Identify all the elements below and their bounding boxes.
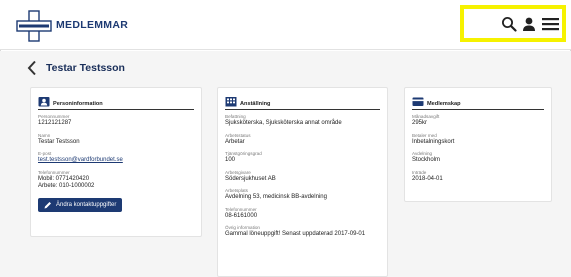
field-value: Arbete: 010-1000002	[38, 183, 95, 189]
menu-icon[interactable]	[541, 15, 559, 33]
field-value: Avdelning 53, medicinsk BB-avdelning	[225, 194, 327, 200]
field-intrade: Inträde 2018-04-01	[412, 170, 544, 184]
top-header: MEDLEMMAR	[0, 0, 571, 50]
field-value: 2018-04-01	[412, 175, 443, 182]
back-arrow-icon[interactable]	[26, 60, 38, 76]
card-header: Medlemskap	[412, 96, 544, 110]
field-ovrig-information: Övrig information Gammal löneuppgift! Se…	[225, 225, 380, 239]
card-header: Anställning	[225, 96, 380, 110]
field-value: Stockholm	[412, 157, 441, 163]
field-arbetsplats: Arbetsplats Avdelning 53, medicinsk BB-a…	[225, 188, 380, 202]
edit-contact-button[interactable]: Ändra kontaktuppgifter	[38, 197, 123, 212]
membership-card-icon	[412, 97, 424, 106]
field-personnummer: Personnummer 1212121287	[38, 114, 194, 128]
card-title: Personinformation	[53, 101, 103, 107]
field-avdelning: Avdelning Stockholm	[412, 151, 544, 165]
logo-icon	[16, 10, 52, 42]
field-manadsavgift: Månadsavgift 295kr	[412, 114, 544, 128]
field-value: 295kr	[412, 120, 428, 126]
building-icon	[225, 97, 237, 107]
edit-contact-label: Ändra kontaktuppgifter	[56, 201, 117, 208]
card-header: Personinformation	[38, 96, 194, 110]
field-telefon: Telefonnummer Mobil: 0771420420 Arbete: …	[38, 170, 194, 191]
pencil-icon	[44, 201, 51, 208]
search-icon[interactable]	[500, 15, 518, 33]
field-value: Arbetar	[225, 138, 245, 145]
field-epost: E-post test.testsson@vardforbundet.se	[38, 151, 194, 165]
card-title: Anställning	[240, 101, 271, 107]
field-namn: Namn Testar Testsson	[38, 133, 194, 147]
person-card: Personinformation Personnummer 121212128…	[30, 87, 202, 237]
employment-card: Anställning Befattning Sjuksköterska, Sj…	[217, 87, 388, 277]
field-value: Mobil: 0771420420	[38, 175, 90, 182]
field-befattning: Befattning Sjuksköterska, Sjuksköterska …	[225, 114, 380, 128]
field-betaler-med: Betaler med Inbetalningskort	[412, 133, 544, 147]
field-arbetsstatus: Arbetsstatus Arbetar	[225, 133, 380, 147]
card-title: Medlemskap	[427, 101, 461, 107]
email-link[interactable]: test.testsson@vardforbundet.se	[38, 157, 194, 165]
brand-name[interactable]: MEDLEMMAR	[56, 19, 128, 31]
field-arbetsgivare: Arbetsgivare Södersjukhuset AB	[225, 170, 380, 184]
field-value: Sjuksköterska, Sjuksköterska annat områd…	[225, 120, 342, 126]
field-value: 08-6161000	[225, 212, 258, 219]
page-title: Testar Testsson	[46, 62, 125, 74]
field-value: Inbetalningskort	[412, 138, 455, 145]
field-telefonnummer: Telefonnummer 08-6161000	[225, 207, 380, 221]
field-tjanstgoringsgrad: Tjänstgöringsgrad 100	[225, 151, 380, 165]
field-value: 100	[225, 157, 236, 163]
field-value: Testar Testsson	[38, 138, 80, 145]
membership-card: Medlemskap Månadsavgift 295kr Betaler me…	[404, 87, 552, 202]
field-value: 1212121287	[38, 120, 72, 126]
field-value: Södersjukhuset AB	[225, 175, 276, 182]
page-title-row: Testar Testsson	[26, 58, 125, 78]
user-icon[interactable]	[520, 15, 538, 33]
id-card-icon	[38, 97, 50, 107]
field-value: Gammal löneuppgift! Senast uppdaterad 20…	[225, 231, 366, 237]
